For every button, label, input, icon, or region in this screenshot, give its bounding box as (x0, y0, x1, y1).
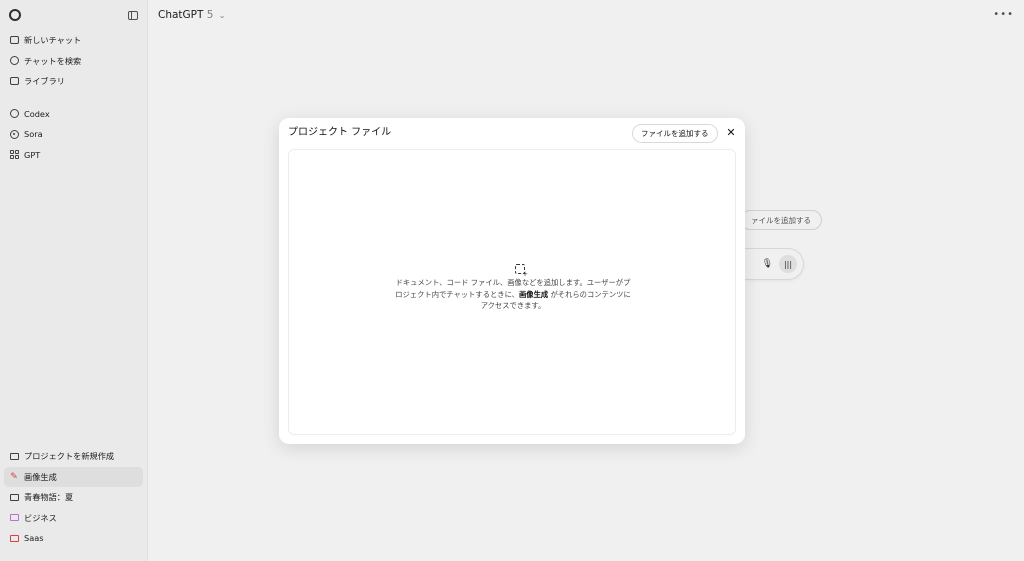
project-name-bold: 画像生成 (518, 289, 549, 299)
close-icon[interactable]: ✕ (725, 126, 737, 140)
add-files-button[interactable]: ファイルを追加する (632, 124, 718, 143)
project-files-modal: プロジェクト ファイル ファイルを追加する ✕ ドキュメント、コード ファイル、… (279, 118, 745, 444)
modal-title: プロジェクト ファイル (288, 127, 392, 138)
dropzone-description: ドキュメント、コード ファイル、画像などを追加します。ユーザーがプロジェクト内で… (393, 277, 633, 312)
file-add-icon (515, 264, 528, 278)
file-dropzone[interactable]: ドキュメント、コード ファイル、画像などを追加します。ユーザーがプロジェクト内で… (288, 149, 736, 435)
